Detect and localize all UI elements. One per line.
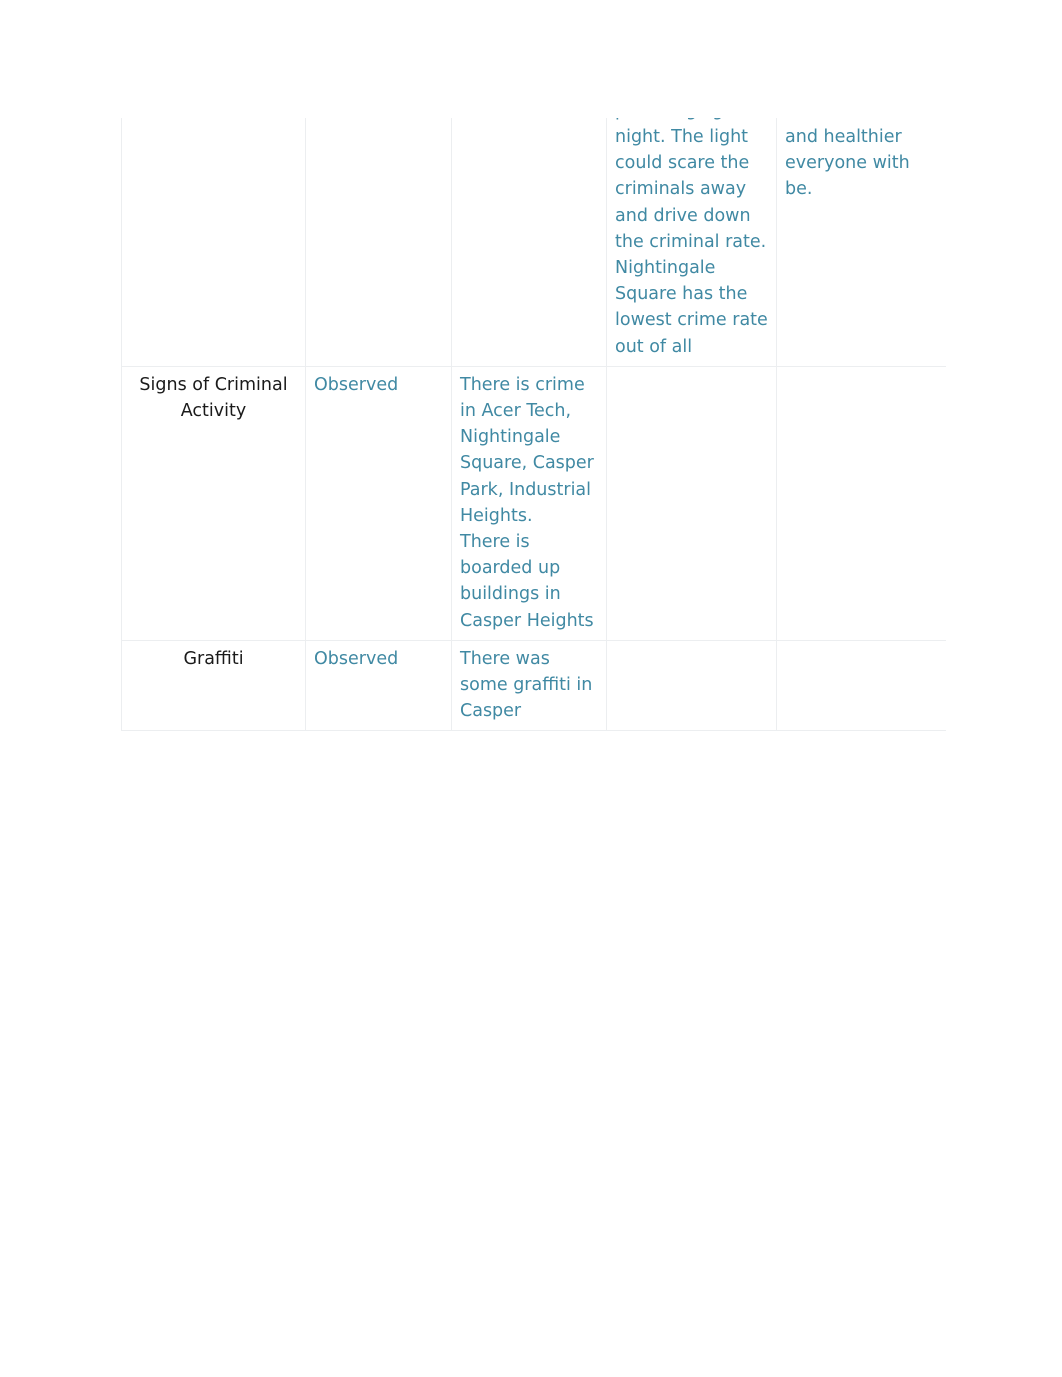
row-label-cell [121,118,306,367]
table-row: Graffiti Observed There was some graffit… [121,639,946,732]
table-row: Signs of Criminal Activity Observed Ther… [121,365,946,641]
observed-status: Observed [314,374,399,395]
analysis-text-post: All of this is related back to the safet… [785,118,911,200]
document-page: there is police, he is on foot and helpi… [0,0,1062,1377]
observation-text: There is crime in Acer Tech, Nightingale… [460,374,594,631]
row-interpretation-cell: helps those that live in those neighborh… [606,118,777,367]
table-row: there is police, he is on foot and helpi… [121,118,946,367]
row-analysis-cell [776,639,946,732]
row-observation-cell: There is crime in Acer Tech, Nightingale… [451,365,607,641]
assessment-table: there is police, he is on foot and helpi… [121,118,946,732]
observation-text: There was some graffiti in Casper [460,648,593,722]
row-label-cell: Signs of Criminal Activity [121,365,306,641]
interpretation-text: helps those that live in those neighborh… [615,118,768,357]
row-label-cell: Graffiti [121,639,306,732]
row-interpretation-cell [606,639,777,732]
row-observed-cell: Observed [305,639,452,732]
row-analysis-cell: could mean many things to each citizen. … [776,118,946,367]
row-analysis-cell [776,365,946,641]
row-interpretation-cell [606,365,777,641]
assessment-table-viewport: there is police, he is on foot and helpi… [121,118,946,1223]
row-label: Graffiti [183,648,244,669]
row-label: Signs of Criminal Activity [139,374,288,421]
row-observed-cell: Observed [305,365,452,641]
row-observed-cell [305,118,452,367]
row-observation-cell: there is police, he is on foot and helpi… [451,118,607,367]
row-observation-cell: There was some graffiti in Casper [451,639,607,732]
observed-status: Observed [314,648,399,669]
